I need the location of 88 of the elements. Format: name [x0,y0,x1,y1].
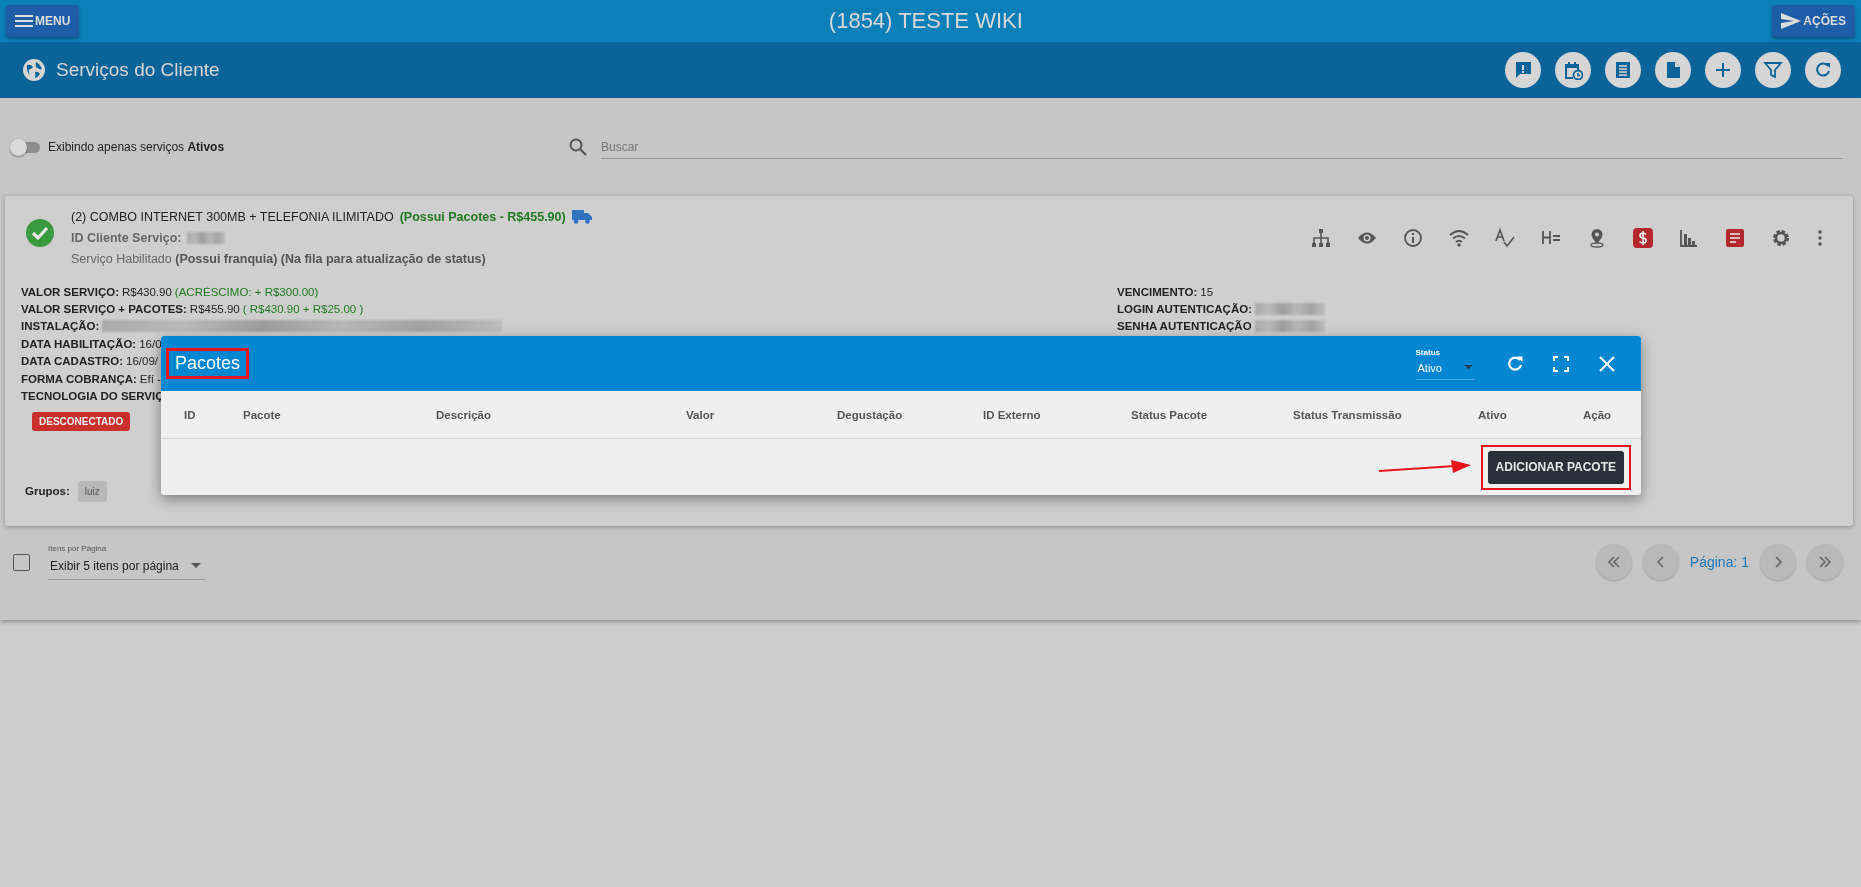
refresh-icon [1813,60,1833,80]
search-icon [569,138,587,156]
column-header: ID Externo [983,408,1042,421]
detail-value: Efí - [139,372,161,385]
dollar-icon[interactable] [1633,228,1653,248]
plus-icon [1713,60,1733,80]
bar-chart-icon[interactable] [1679,228,1699,248]
detail-label: INSTALAÇÃO: [21,320,100,333]
menu-button[interactable]: MENU [6,5,80,37]
alert-message-button[interactable] [1505,52,1541,88]
group-chip: luiz [77,480,107,502]
double-chevron-left-icon [1606,556,1621,568]
alert-message-icon [1513,60,1533,80]
select-label: Itens por Página [48,544,108,553]
detail-label: TECNOLOGIA DO SERVIÇ [21,390,164,403]
column-header: Status Pacote [1131,408,1209,421]
filter-icon [1763,60,1783,80]
document-button[interactable] [1655,52,1691,88]
column-header: ID [184,408,197,421]
detail-label: FORMA COBRANÇA: [21,372,137,385]
column-header: Degustação [837,408,904,421]
redacted-value [187,232,226,244]
more-options-icon[interactable] [1817,228,1823,248]
add-package-button[interactable]: ADICIONAR PACOTE [1487,450,1624,484]
info-icon[interactable] [1403,228,1423,248]
service-title: (2) COMBO INTERNET 300MB + TELEFONIA ILIMITADO [71,210,394,224]
detail-value: 15 [1200,285,1214,298]
column-header: Descrição [436,408,492,421]
service-status: Serviço Habilitado (Possui franquia) (Na fila para atualização de status) [71,252,486,266]
check-circle-icon [25,218,55,248]
detail-label: DATA CADASTRO: [21,355,123,368]
detail-value: 16/0 [139,337,162,350]
list-button[interactable] [1605,52,1641,88]
add-button[interactable] [1705,52,1741,88]
detail-label: VALOR SERVIÇO: [21,285,119,298]
dialog-title: Pacotes [169,351,247,376]
hierarchy-icon[interactable] [1311,228,1331,248]
column-header: Status Transmissão [1293,408,1403,421]
chevron-right-icon [1773,556,1783,568]
detail-label: VALOR SERVIÇO + PACOTES: [21,303,187,316]
column-header: Valor [686,408,716,421]
menu-icon [15,14,33,28]
toggle-switch[interactable] [12,141,40,153]
detail-label: VENCIMENTO: [1117,285,1198,298]
list-icon [1613,60,1633,80]
toggle-label: Exibindo apenas serviços Ativos [48,140,225,154]
detail-label: DATA HABILITAÇÃO: [21,337,137,350]
app-title: (1854) TESTE WIKI [828,8,1023,34]
refresh-icon[interactable] [1505,353,1525,374]
connection-status-badge: DESCONECTADO [32,411,131,431]
items-per-page-select[interactable]: Exibir 5 itens por página [48,559,205,580]
wifi-icon[interactable] [1449,228,1469,248]
note-icon[interactable] [1725,228,1745,248]
dropdown-caret-icon [1464,365,1473,370]
column-header: Ativo [1478,408,1508,421]
spellcheck-icon[interactable] [1495,228,1515,248]
dropdown-caret-icon [190,563,201,569]
column-header: Ação [1583,408,1613,421]
status-label: Status [1415,347,1441,357]
fullscreen-icon[interactable] [1551,353,1571,374]
chevron-left-icon [1655,556,1666,568]
column-header: Pacote [243,408,282,421]
status-select[interactable]: Ativo [1415,361,1475,380]
packages-note: (Possui Pacotes - R$455.90) [399,210,566,224]
close-icon[interactable] [1597,353,1617,374]
select-all-checkbox[interactable] [13,553,30,571]
page-title: Serviços do Cliente [56,59,220,81]
search-field[interactable]: Buscar [601,135,1843,159]
detail-note: (ACRÉSCIMO: + R$300.00) [174,285,319,298]
filter-button[interactable] [1755,52,1791,88]
detail-label: LOGIN AUTENTICAÇÃO: [1117,303,1252,316]
refresh-button[interactable] [1805,52,1841,88]
actions-button[interactable]: AÇÕES [1772,5,1855,37]
detail-value: R$455.90 [189,303,240,316]
page-indicator: Página: 1 [1689,554,1749,570]
groups-label: Grupos: [25,485,70,498]
double-chevron-right-icon [1818,556,1832,568]
detail-value: R$430.90 [122,285,172,298]
detail-value: 16/09/ [126,355,158,368]
calendar-clock-icon [1563,60,1583,80]
send-icon [1781,13,1802,29]
truck-icon [571,210,592,224]
calendar-clock-button[interactable] [1555,52,1591,88]
globe-icon [22,58,46,82]
detail-label: SENHA AUTENTICAÇÃO [1117,320,1252,333]
service-id-label: ID Cliente Serviço: [71,231,182,245]
detail-note: ( R$430.90 + R$25.00 ) [242,303,364,316]
settings-icon[interactable] [1771,228,1791,248]
